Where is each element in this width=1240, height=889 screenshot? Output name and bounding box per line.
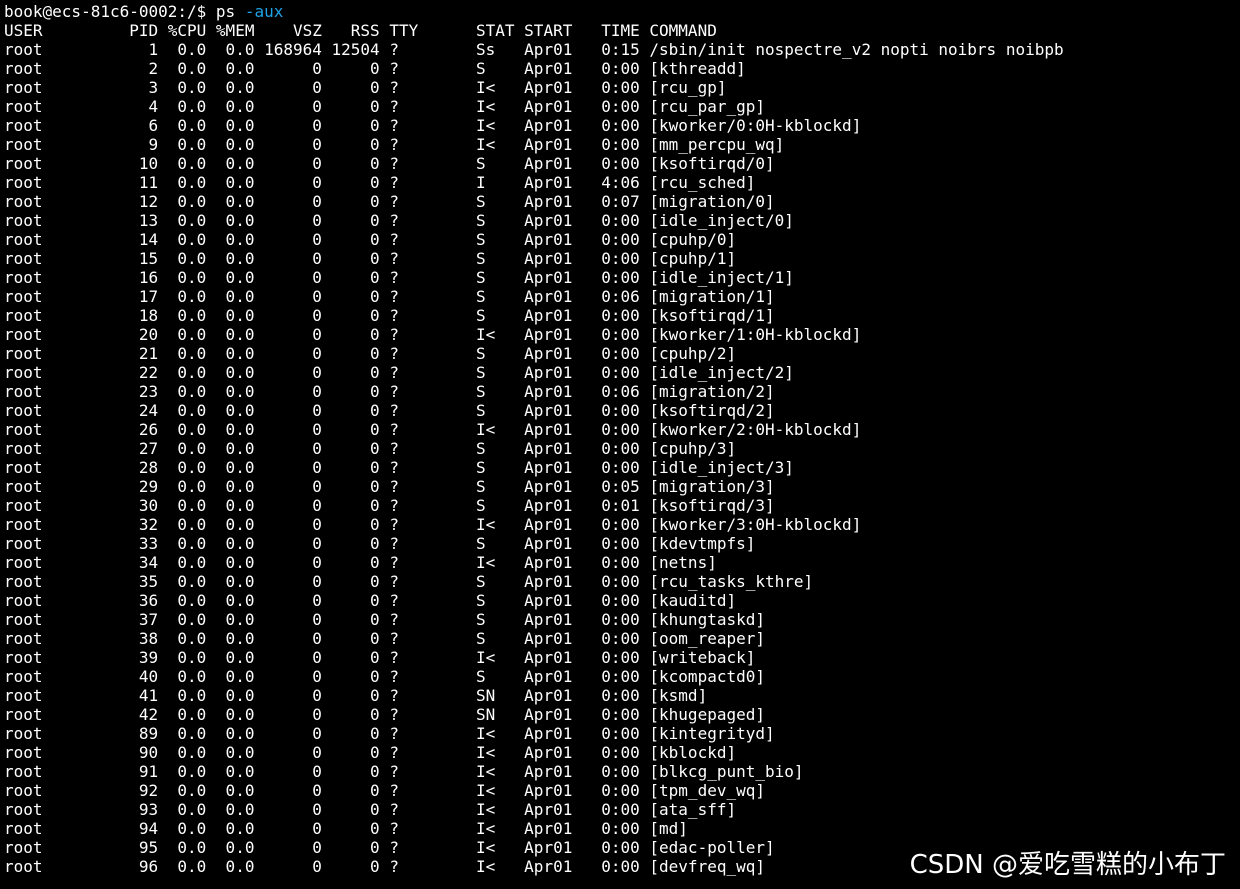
process-line: root 17 0.0 0.0 0 0 ? S Apr01 0:06 [migr…	[4, 287, 775, 306]
process-line: root 11 0.0 0.0 0 0 ? I Apr01 4:06 [rcu_…	[4, 173, 756, 192]
process-line: root 92 0.0 0.0 0 0 ? I< Apr01 0:00 [tpm…	[4, 781, 765, 800]
process-line: root 94 0.0 0.0 0 0 ? I< Apr01 0:00 [md]	[4, 819, 688, 838]
prompt-line: book@ecs-81c6-0002:/$ ps -aux	[4, 2, 1236, 21]
process-line: root 91 0.0 0.0 0 0 ? I< Apr01 0:00 [blk…	[4, 762, 804, 781]
process-line: root 16 0.0 0.0 0 0 ? S Apr01 0:00 [idle…	[4, 268, 794, 287]
process-line: root 89 0.0 0.0 0 0 ? I< Apr01 0:00 [kin…	[4, 724, 775, 743]
process-line: root 4 0.0 0.0 0 0 ? I< Apr01 0:00 [rcu_…	[4, 97, 765, 116]
process-line: root 29 0.0 0.0 0 0 ? S Apr01 0:05 [migr…	[4, 477, 775, 496]
process-line: root 18 0.0 0.0 0 0 ? S Apr01 0:00 [ksof…	[4, 306, 775, 325]
ps-header-line: USER PID %CPU %MEM VSZ RSS TTY STAT STAR…	[4, 21, 717, 40]
process-line: root 6 0.0 0.0 0 0 ? I< Apr01 0:00 [kwor…	[4, 116, 862, 135]
process-line: root 24 0.0 0.0 0 0 ? S Apr01 0:00 [ksof…	[4, 401, 775, 420]
process-line: root 27 0.0 0.0 0 0 ? S Apr01 0:00 [cpuh…	[4, 439, 737, 458]
process-line: root 28 0.0 0.0 0 0 ? S Apr01 0:00 [idle…	[4, 458, 794, 477]
process-line: root 23 0.0 0.0 0 0 ? S Apr01 0:06 [migr…	[4, 382, 775, 401]
process-line: root 13 0.0 0.0 0 0 ? S Apr01 0:00 [idle…	[4, 211, 794, 230]
command-args: -aux	[235, 2, 284, 21]
process-line: root 37 0.0 0.0 0 0 ? S Apr01 0:00 [khun…	[4, 610, 765, 629]
process-line: root 34 0.0 0.0 0 0 ? I< Apr01 0:00 [net…	[4, 553, 717, 572]
process-line: root 40 0.0 0.0 0 0 ? S Apr01 0:00 [kcom…	[4, 667, 765, 686]
process-line: root 33 0.0 0.0 0 0 ? S Apr01 0:00 [kdev…	[4, 534, 756, 553]
process-line: root 1 0.0 0.0 168964 12504 ? Ss Apr01 0…	[4, 40, 1064, 59]
process-line: root 41 0.0 0.0 0 0 ? SN Apr01 0:00 [ksm…	[4, 686, 708, 705]
process-line: root 10 0.0 0.0 0 0 ? S Apr01 0:00 [ksof…	[4, 154, 775, 173]
process-line: root 93 0.0 0.0 0 0 ? I< Apr01 0:00 [ata…	[4, 800, 737, 819]
process-line: root 15 0.0 0.0 0 0 ? S Apr01 0:00 [cpuh…	[4, 249, 737, 268]
process-line: root 20 0.0 0.0 0 0 ? I< Apr01 0:00 [kwo…	[4, 325, 862, 344]
process-line: root 39 0.0 0.0 0 0 ? I< Apr01 0:00 [wri…	[4, 648, 756, 667]
shell-prompt: book@ecs-81c6-0002:/$	[4, 2, 216, 21]
process-line: root 32 0.0 0.0 0 0 ? I< Apr01 0:00 [kwo…	[4, 515, 862, 534]
process-line: root 3 0.0 0.0 0 0 ? I< Apr01 0:00 [rcu_…	[4, 78, 727, 97]
process-line: root 90 0.0 0.0 0 0 ? I< Apr01 0:00 [kbl…	[4, 743, 737, 762]
process-line: root 21 0.0 0.0 0 0 ? S Apr01 0:00 [cpuh…	[4, 344, 737, 363]
terminal-output[interactable]: book@ecs-81c6-0002:/$ ps -aux USER PID %…	[4, 2, 1236, 876]
process-line: root 30 0.0 0.0 0 0 ? S Apr01 0:01 [ksof…	[4, 496, 775, 515]
csdn-watermark: CSDN @爱吃雪糕的小布丁	[909, 850, 1226, 880]
process-line: root 12 0.0 0.0 0 0 ? S Apr01 0:07 [migr…	[4, 192, 775, 211]
process-line: root 42 0.0 0.0 0 0 ? SN Apr01 0:00 [khu…	[4, 705, 765, 724]
process-line: root 26 0.0 0.0 0 0 ? I< Apr01 0:00 [kwo…	[4, 420, 862, 439]
process-line: root 36 0.0 0.0 0 0 ? S Apr01 0:00 [kaud…	[4, 591, 737, 610]
process-line: root 2 0.0 0.0 0 0 ? S Apr01 0:00 [kthre…	[4, 59, 746, 78]
process-line: root 22 0.0 0.0 0 0 ? S Apr01 0:00 [idle…	[4, 363, 794, 382]
command-name: ps	[215, 2, 236, 21]
process-line: root 38 0.0 0.0 0 0 ? S Apr01 0:00 [oom_…	[4, 629, 765, 648]
process-line: root 9 0.0 0.0 0 0 ? I< Apr01 0:00 [mm_p…	[4, 135, 785, 154]
process-line: root 14 0.0 0.0 0 0 ? S Apr01 0:00 [cpuh…	[4, 230, 737, 249]
process-line: root 35 0.0 0.0 0 0 ? S Apr01 0:00 [rcu_…	[4, 572, 814, 591]
